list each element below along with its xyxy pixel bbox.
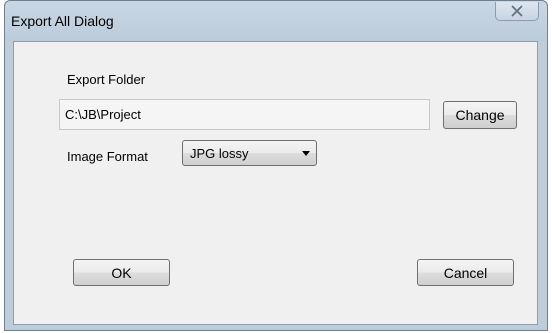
export-all-dialog: Export All Dialog Export Folder C:\JB\Pr… <box>4 0 548 331</box>
close-button[interactable] <box>495 2 539 21</box>
window-title: Export All Dialog <box>11 13 114 29</box>
chevron-down-icon <box>302 151 310 156</box>
change-button-label: Change <box>455 107 505 123</box>
export-folder-label: Export Folder <box>67 72 146 87</box>
image-format-selected-value: JPG lossy <box>190 146 249 161</box>
close-icon <box>511 5 523 17</box>
ok-button[interactable]: OK <box>73 259 170 286</box>
change-folder-button[interactable]: Change <box>443 101 517 129</box>
cancel-button-label: Cancel <box>443 264 488 281</box>
dialog-body: Export Folder C:\JB\Project Change Image… <box>13 41 538 325</box>
ok-button-label: OK <box>111 264 132 281</box>
image-format-select[interactable]: JPG lossy <box>182 140 317 166</box>
image-format-label: Image Format <box>67 149 148 164</box>
title-bar[interactable]: Export All Dialog <box>5 1 547 41</box>
export-folder-path-field[interactable]: C:\JB\Project <box>59 99 430 130</box>
cancel-button[interactable]: Cancel <box>417 259 514 286</box>
